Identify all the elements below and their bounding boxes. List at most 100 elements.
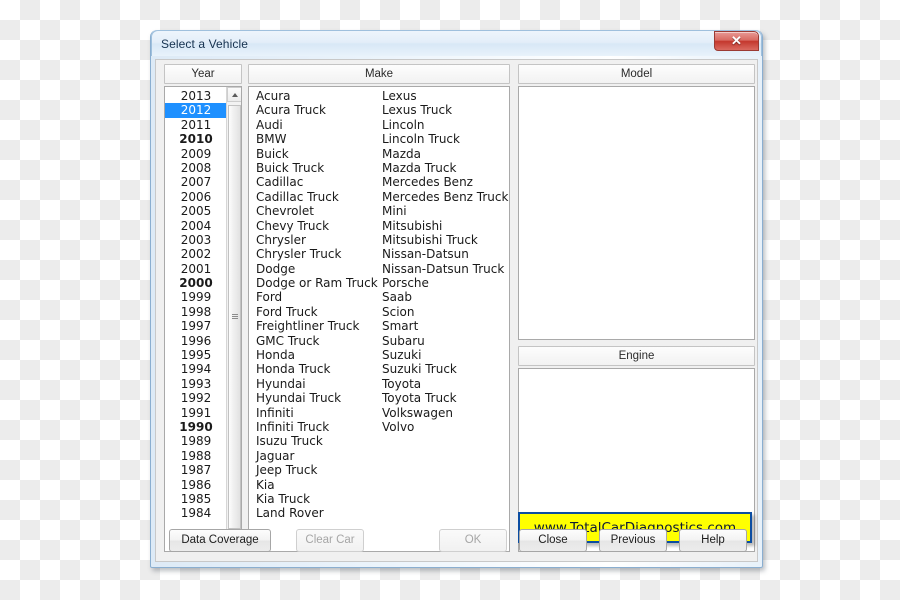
year-option[interactable]: 2011 xyxy=(165,118,227,132)
make-option[interactable]: Subaru xyxy=(382,334,508,348)
year-option[interactable]: 1995 xyxy=(165,348,227,362)
make-option[interactable]: Cadillac Truck xyxy=(256,190,378,204)
make-option[interactable]: Isuzu Truck xyxy=(256,434,378,448)
make-option[interactable]: Buick xyxy=(256,147,378,161)
make-option[interactable]: Buick Truck xyxy=(256,161,378,175)
make-option[interactable]: Suzuki Truck xyxy=(382,362,508,376)
year-option[interactable]: 2001 xyxy=(165,262,227,276)
scroll-up-arrow-icon[interactable] xyxy=(227,87,241,102)
year-option[interactable]: 2005 xyxy=(165,204,227,218)
year-option[interactable]: 2003 xyxy=(165,233,227,247)
make-option[interactable]: Mazda xyxy=(382,147,508,161)
year-scrollbar[interactable] xyxy=(226,87,241,551)
make-option[interactable]: Dodge xyxy=(256,262,378,276)
year-scrollbar-thumb[interactable] xyxy=(228,105,241,529)
year-listbox[interactable]: 2013 2012 2011 2010 2009 2008 2007 2006 2005 2004… xyxy=(164,86,242,552)
year-items-container: 2013 2012 2011 2010 2009 2008 2007 2006 2005 2004… xyxy=(165,87,227,521)
previous-button[interactable]: Previous xyxy=(599,529,667,552)
make-option[interactable]: Audi xyxy=(256,118,378,132)
year-option[interactable]: 1994 xyxy=(165,362,227,376)
make-option[interactable]: Infiniti xyxy=(256,406,378,420)
make-option[interactable]: Jeep Truck xyxy=(256,463,378,477)
year-option[interactable]: 1988 xyxy=(165,449,227,463)
make-option[interactable]: Porsche xyxy=(382,276,508,290)
window-titlebar[interactable]: Select a Vehicle ✕ xyxy=(151,30,762,56)
year-option[interactable]: 1991 xyxy=(165,406,227,420)
year-option[interactable]: 2000 xyxy=(165,276,227,290)
make-option[interactable]: Mercedes Benz xyxy=(382,175,508,189)
make-option[interactable]: Acura xyxy=(256,89,378,103)
year-option[interactable]: 1985 xyxy=(165,492,227,506)
make-option[interactable]: Mitsubishi Truck xyxy=(382,233,508,247)
clear-car-button[interactable]: Clear Car xyxy=(296,529,364,552)
make-option[interactable]: Kia Truck xyxy=(256,492,378,506)
year-option[interactable]: 2010 xyxy=(165,132,227,146)
make-option[interactable]: Nissan-Datsun Truck xyxy=(382,262,508,276)
year-option[interactable]: 1998 xyxy=(165,305,227,319)
make-option[interactable]: Chrysler xyxy=(256,233,378,247)
make-option[interactable]: Ford Truck xyxy=(256,305,378,319)
help-button[interactable]: Help xyxy=(679,529,747,552)
make-option[interactable]: Volkswagen xyxy=(382,406,508,420)
make-option[interactable]: Lincoln Truck xyxy=(382,132,508,146)
year-option[interactable]: 1990 xyxy=(165,420,227,434)
make-option[interactable]: Ford xyxy=(256,290,378,304)
make-listbox[interactable]: Acura Acura Truck Audi BMW Buick Buick Truck C… xyxy=(248,86,510,552)
make-option[interactable]: Scion xyxy=(382,305,508,319)
year-option[interactable]: 1999 xyxy=(165,290,227,304)
make-option[interactable]: Lexus xyxy=(382,89,508,103)
make-option[interactable]: Chevrolet xyxy=(256,204,378,218)
make-option[interactable]: Freightliner Truck xyxy=(256,319,378,333)
make-option[interactable]: Toyota xyxy=(382,377,508,391)
make-option[interactable]: Mitsubishi xyxy=(382,219,508,233)
close-glyph: ✕ xyxy=(731,33,742,48)
year-option[interactable]: 2006 xyxy=(165,190,227,204)
close-icon[interactable]: ✕ xyxy=(714,31,759,51)
make-option[interactable]: Honda xyxy=(256,348,378,362)
year-option[interactable]: 1986 xyxy=(165,478,227,492)
year-option[interactable]: 1997 xyxy=(165,319,227,333)
make-option[interactable]: Infiniti Truck xyxy=(256,420,378,434)
make-option[interactable]: Lexus Truck xyxy=(382,103,508,117)
make-option[interactable]: Smart xyxy=(382,319,508,333)
make-option[interactable]: GMC Truck xyxy=(256,334,378,348)
year-option[interactable]: 1989 xyxy=(165,434,227,448)
make-option[interactable]: Hyundai xyxy=(256,377,378,391)
make-option[interactable]: Chrysler Truck xyxy=(256,247,378,261)
year-option[interactable]: 2008 xyxy=(165,161,227,175)
year-option[interactable]: 2012 xyxy=(165,103,227,118)
make-option[interactable]: Land Rover xyxy=(256,506,378,520)
year-option[interactable]: 2002 xyxy=(165,247,227,261)
model-listbox[interactable] xyxy=(518,86,755,340)
make-option[interactable]: Lincoln xyxy=(382,118,508,132)
make-option[interactable]: Saab xyxy=(382,290,508,304)
make-option[interactable]: Mazda Truck xyxy=(382,161,508,175)
year-option[interactable]: 2004 xyxy=(165,219,227,233)
make-option[interactable]: Honda Truck xyxy=(256,362,378,376)
make-option[interactable]: Jaguar xyxy=(256,449,378,463)
make-option[interactable]: Kia xyxy=(256,478,378,492)
make-option[interactable]: Dodge or Ram Truck xyxy=(256,276,378,290)
year-option[interactable]: 2013 xyxy=(165,89,227,103)
make-option[interactable]: Nissan-Datsun xyxy=(382,247,508,261)
year-option[interactable]: 1996 xyxy=(165,334,227,348)
make-option[interactable]: Mercedes Benz Truck xyxy=(382,190,508,204)
data-coverage-button[interactable]: Data Coverage xyxy=(169,529,271,552)
year-option[interactable]: 1987 xyxy=(165,463,227,477)
year-option[interactable]: 1984 xyxy=(165,506,227,520)
make-option[interactable]: Suzuki xyxy=(382,348,508,362)
make-option[interactable]: Chevy Truck xyxy=(256,219,378,233)
make-option[interactable]: Toyota Truck xyxy=(382,391,508,405)
make-option[interactable]: Hyundai Truck xyxy=(256,391,378,405)
make-option[interactable]: Cadillac xyxy=(256,175,378,189)
year-option[interactable]: 2007 xyxy=(165,175,227,189)
close-button[interactable]: Close xyxy=(519,529,587,552)
year-option[interactable]: 2009 xyxy=(165,147,227,161)
make-option[interactable]: Volvo xyxy=(382,420,508,434)
year-option[interactable]: 1992 xyxy=(165,391,227,405)
make-option[interactable]: Mini xyxy=(382,204,508,218)
make-option[interactable]: BMW xyxy=(256,132,378,146)
year-option[interactable]: 1993 xyxy=(165,377,227,391)
ok-button[interactable]: OK xyxy=(439,529,507,552)
make-option[interactable]: Acura Truck xyxy=(256,103,378,117)
